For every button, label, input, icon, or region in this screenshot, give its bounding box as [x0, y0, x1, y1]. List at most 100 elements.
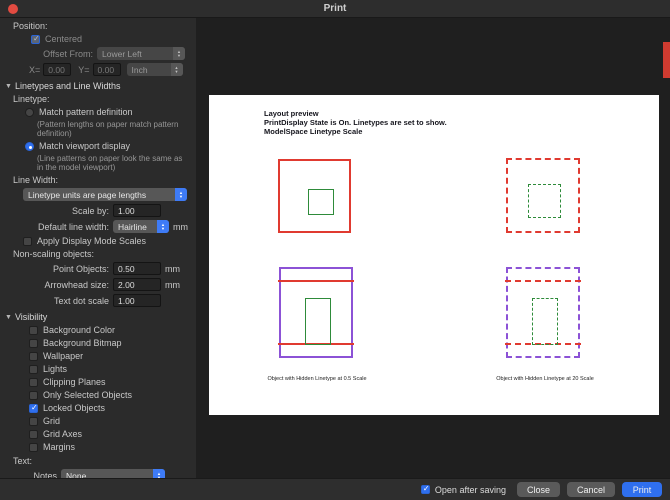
- footer-bar: Open after saving Close Cancel Print: [0, 478, 670, 500]
- linetype-units-dropdown[interactable]: Linetype units are page lengths: [23, 188, 187, 201]
- match-viewport-radio[interactable]: [25, 141, 34, 151]
- background-color-checkbox[interactable]: [29, 325, 38, 335]
- preview-inner-square-solid: [308, 189, 334, 215]
- default-width-value: Hairline: [118, 221, 147, 232]
- window-title: Print: [323, 3, 347, 14]
- scale-by-label: Scale by:: [71, 205, 109, 216]
- red-line-top: [278, 280, 354, 282]
- caption-left: Object with Hidden Linetype at 0.5 Scale: [267, 376, 367, 382]
- point-objects-field[interactable]: 0.50: [113, 262, 161, 275]
- titlebar: Print: [0, 0, 670, 18]
- chevron-down-icon: ▼: [5, 313, 12, 321]
- offset-from-value: Lower Left: [102, 48, 142, 59]
- checkbox-label: Clipping Planes: [43, 377, 106, 387]
- unit-value: Inch: [131, 64, 148, 75]
- checkbox-label: Background Color: [43, 325, 116, 335]
- line-width-label: Line Width:: [13, 175, 59, 185]
- green-rect-dashed: [532, 298, 558, 345]
- notes-value: None: [66, 470, 87, 479]
- apply-display-mode-label: Apply Display Mode Scales: [37, 236, 147, 246]
- default-width-label: Default line width:: [37, 221, 109, 232]
- preview-hidden-linetype-dashed: [505, 267, 581, 358]
- nonscaling-label: Non-scaling objects:: [13, 249, 95, 259]
- preview-area: Layout preview PrintDisplay State is On.…: [196, 18, 670, 478]
- unit-dropdown[interactable]: Inch: [126, 63, 183, 76]
- chevron-updown-icon: [170, 63, 183, 76]
- x-field[interactable]: 0.00: [43, 63, 72, 76]
- edge-red-artifact: [663, 42, 670, 78]
- caption-right: Object with Hidden Linetype at 20 Scale: [496, 376, 594, 382]
- close-dialog-button[interactable]: Close: [516, 482, 560, 497]
- position-section-label: Position:: [13, 21, 48, 31]
- arrowhead-label: Arrowhead size:: [44, 279, 109, 290]
- linetypes-section-header[interactable]: ▼ Linetypes and Line Widths: [5, 81, 191, 91]
- match-viewport-label: Match viewport display: [39, 141, 131, 151]
- preview-text: Layout preview PrintDisplay State is On.…: [264, 109, 447, 136]
- grid-checkbox[interactable]: [29, 416, 38, 426]
- wallpaper-checkbox[interactable]: [29, 351, 38, 361]
- preview-hidden-linetype-solid: [278, 267, 354, 358]
- open-after-saving-checkbox[interactable]: [420, 484, 430, 494]
- preview-square-solid: [278, 159, 351, 233]
- lights-checkbox[interactable]: [29, 364, 38, 374]
- x-label: X=: [29, 64, 41, 75]
- text-section-label: Text:: [13, 456, 33, 466]
- linetype-label: Linetype:: [13, 94, 50, 104]
- red-line-top-dashed: [505, 280, 581, 282]
- checkbox-label: Only Selected Objects: [43, 390, 133, 400]
- scale-by-field[interactable]: 1.00: [113, 204, 161, 217]
- checkbox-label: Background Bitmap: [43, 338, 122, 348]
- green-rect: [305, 298, 331, 345]
- preview-page: Layout preview PrintDisplay State is On.…: [209, 95, 659, 415]
- chevron-updown-icon: [175, 188, 187, 201]
- match-pattern-desc: (Pattern lengths on paper match pattern …: [37, 120, 179, 138]
- point-objects-unit: mm: [165, 263, 180, 274]
- textdot-field[interactable]: 1.00: [113, 294, 161, 307]
- y-field[interactable]: 0.00: [92, 63, 121, 76]
- chevron-down-icon: ▼: [5, 82, 12, 90]
- notes-dropdown[interactable]: None: [61, 469, 165, 478]
- background-bitmap-checkbox[interactable]: [29, 338, 38, 348]
- preview-line2: PrintDisplay State is On. Linetypes are …: [264, 118, 447, 127]
- visibility-section-header[interactable]: ▼ Visibility: [5, 312, 191, 322]
- preview-inner-square-dashed: [528, 184, 561, 218]
- notes-label: Notes: [33, 470, 57, 479]
- open-after-saving-label: Open after saving: [434, 484, 506, 495]
- cancel-button[interactable]: Cancel: [566, 482, 615, 497]
- clipping-planes-checkbox[interactable]: [29, 377, 38, 387]
- default-width-dropdown[interactable]: Hairline: [113, 220, 169, 233]
- offset-from-dropdown[interactable]: Lower Left: [97, 47, 185, 60]
- centered-label: Centered: [45, 34, 83, 44]
- arrowhead-field[interactable]: 2.00: [113, 278, 161, 291]
- chevron-updown-icon: [157, 220, 169, 233]
- checkbox-label: Lights: [43, 364, 68, 374]
- preview-line3: ModelSpace Linetype Scale: [264, 127, 363, 136]
- default-width-unit: mm: [173, 221, 188, 232]
- match-viewport-desc: (Line patterns on paper look the same as…: [37, 154, 183, 172]
- offset-from-label: Offset From:: [43, 48, 93, 59]
- y-label: Y=: [78, 64, 90, 75]
- checkbox-label: Grid Axes: [43, 429, 83, 439]
- textdot-label: Text dot scale: [53, 295, 109, 306]
- checkbox-label: Wallpaper: [43, 351, 84, 361]
- checkbox-label: Locked Objects: [43, 403, 106, 413]
- preview-line1: Layout preview: [264, 109, 319, 118]
- arrowhead-unit: mm: [165, 279, 180, 290]
- print-dialog: Print Position: Centered Offset From: Lo…: [0, 0, 670, 500]
- checkbox-label: Margins: [43, 442, 76, 452]
- preview-square-dashed: [506, 158, 580, 233]
- locked-objects-checkbox[interactable]: [29, 403, 38, 413]
- point-objects-label: Point Objects:: [52, 263, 109, 274]
- centered-checkbox[interactable]: [31, 34, 40, 44]
- chevron-updown-icon: [173, 47, 185, 60]
- print-button[interactable]: Print: [622, 482, 662, 497]
- match-pattern-radio[interactable]: [25, 107, 34, 117]
- only-selected-objects-checkbox[interactable]: [29, 390, 38, 400]
- match-pattern-label: Match pattern definition: [39, 107, 133, 117]
- apply-display-mode-checkbox[interactable]: [23, 236, 32, 246]
- margins-checkbox[interactable]: [29, 442, 38, 452]
- settings-panel: Position: Centered Offset From: Lower Le…: [0, 18, 196, 478]
- grid-axes-checkbox[interactable]: [29, 429, 38, 439]
- chevron-updown-icon: [153, 469, 165, 478]
- linetype-units-value: Linetype units are page lengths: [28, 189, 147, 200]
